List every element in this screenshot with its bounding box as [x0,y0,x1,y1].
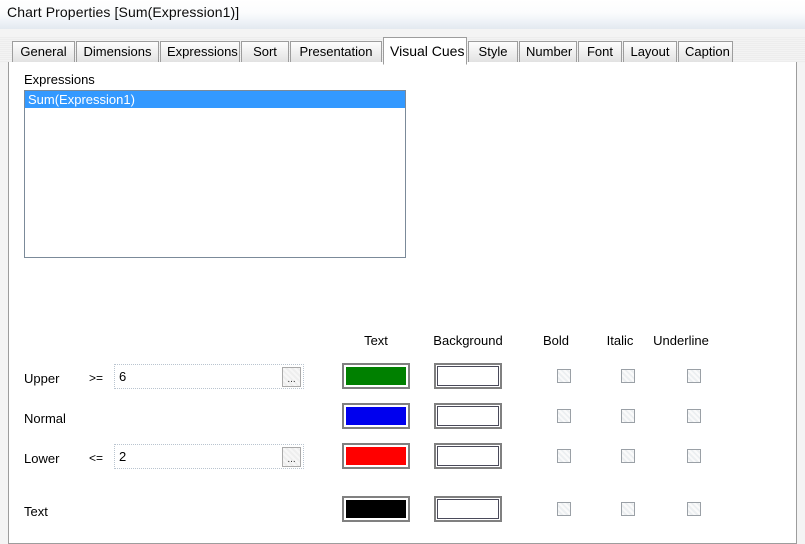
row-value-input-lower[interactable] [115,445,280,468]
chart-properties-dialog: General Dimensions Expressions Sort Presenta… [0,29,805,544]
window-title: Chart Properties [Sum(Expression1)] [7,4,240,20]
background-color-swatch-lower[interactable] [434,443,502,469]
tab-visual-cues[interactable]: Visual Cues [383,37,467,65]
text-color-fill [345,366,407,386]
tab-font[interactable]: Font [578,41,622,63]
background-color-fill [437,406,499,426]
visual-cue-row: Upper >=... [9,363,796,399]
tab-expressions[interactable]: Expressions [160,41,240,63]
italic-checkbox-normal[interactable] [621,409,635,423]
underline-checkbox-text[interactable] [687,502,701,516]
text-color-swatch-lower[interactable] [342,443,410,469]
tab-presentation[interactable]: Presentation [290,41,382,63]
visual-cue-row: Text [9,496,796,532]
visual-cue-row: Lower <=... [9,443,796,479]
row-label-text: Text [24,504,48,519]
tab-style[interactable]: Style [468,41,518,63]
expression-list-item[interactable]: Sum(Expression1) [25,91,405,108]
background-color-swatch-text[interactable] [434,496,502,522]
bold-checkbox-upper[interactable] [557,369,571,383]
italic-checkbox-text[interactable] [621,502,635,516]
text-color-fill [345,499,407,519]
row-label-normal: Normal [24,411,66,426]
visual-cues-content: Expressions Sum(Expression1) Text Backgr… [9,62,796,543]
expressions-group-label: Expressions [24,72,95,87]
underline-checkbox-lower[interactable] [687,449,701,463]
tab-caption[interactable]: Caption [678,41,733,63]
italic-checkbox-upper[interactable] [621,369,635,383]
background-color-fill [437,499,499,519]
bold-checkbox-normal[interactable] [557,409,571,423]
text-color-swatch-upper[interactable] [342,363,410,389]
bold-checkbox-lower[interactable] [557,449,571,463]
tab-number[interactable]: Number [519,41,577,63]
tab-sort[interactable]: Sort [241,41,289,63]
column-header-underline: Underline [653,333,709,348]
column-header-text: Text [364,333,388,348]
row-label-lower: Lower [24,451,60,466]
tab-strip: General Dimensions Expressions Sort Presenta… [0,37,805,65]
expression-browse-button-lower[interactable]: ... [282,447,301,467]
row-value-field-upper[interactable]: ... [114,364,304,389]
row-label-upper: Upper [24,371,60,386]
row-operator-lower: <= [89,451,104,465]
underline-checkbox-upper[interactable] [687,369,701,383]
tab-general[interactable]: General [12,41,75,63]
bold-checkbox-text[interactable] [557,502,571,516]
tab-layout[interactable]: Layout [623,41,677,63]
text-color-swatch-text[interactable] [342,496,410,522]
visual-cue-row: Normal [9,403,796,439]
underline-checkbox-normal[interactable] [687,409,701,423]
text-color-fill [345,406,407,426]
text-color-fill [345,446,407,466]
text-color-swatch-normal[interactable] [342,403,410,429]
background-color-swatch-upper[interactable] [434,363,502,389]
column-header-background: Background [433,333,503,348]
row-value-input-upper[interactable] [115,365,280,388]
background-color-swatch-normal[interactable] [434,403,502,429]
row-value-field-lower[interactable]: ... [114,444,304,469]
background-color-fill [437,446,499,466]
row-operator-upper: >= [89,371,104,385]
expression-browse-button-upper[interactable]: ... [282,367,301,387]
window-titlebar: Chart Properties [Sum(Expression1)] [0,0,805,29]
italic-checkbox-lower[interactable] [621,449,635,463]
column-header-bold: Bold [542,333,570,348]
tab-dimensions[interactable]: Dimensions [76,41,159,63]
background-color-fill [437,366,499,386]
expressions-listbox[interactable]: Sum(Expression1) [24,90,406,258]
visual-cues-panel: Expressions Sum(Expression1) Text Backgr… [8,62,797,544]
